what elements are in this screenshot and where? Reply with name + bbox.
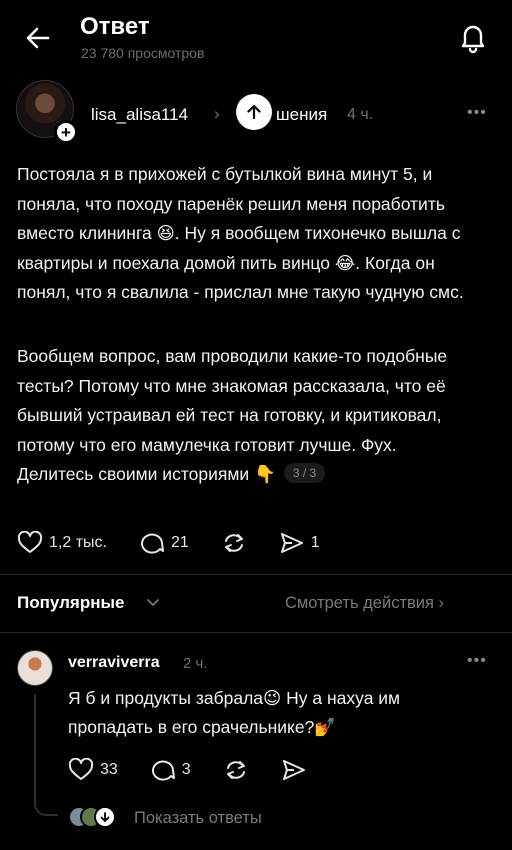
comment-actions: 33 3 bbox=[68, 754, 339, 786]
divider bbox=[0, 574, 512, 575]
heart-icon bbox=[68, 758, 94, 780]
comment-time: 2 ч. bbox=[183, 655, 208, 672]
notifications-button[interactable] bbox=[456, 20, 490, 54]
chevron-down-icon[interactable] bbox=[144, 590, 162, 614]
share-icon bbox=[282, 760, 305, 780]
comment-button[interactable]: 21 bbox=[139, 531, 189, 555]
comment-like-button[interactable]: 33 bbox=[68, 758, 118, 782]
heart-icon bbox=[17, 531, 43, 553]
comment-share-button[interactable] bbox=[281, 758, 307, 782]
arrow-left-icon bbox=[26, 27, 50, 49]
share-button[interactable]: 1 bbox=[279, 531, 320, 555]
repost-icon bbox=[226, 761, 245, 779]
top-bar: Ответ 23 780 просмотров bbox=[0, 0, 512, 74]
repost-button[interactable] bbox=[221, 531, 247, 555]
post-text-paragraph-1: Постояла я в прихожей с бутылкой вина ми… bbox=[17, 164, 464, 302]
comment-icon bbox=[151, 760, 175, 781]
repost-icon bbox=[224, 534, 243, 552]
topic-label[interactable]: шения bbox=[276, 105, 327, 125]
page-indicator: 3 / 3 bbox=[283, 463, 326, 483]
view-count: 23 780 просмотров bbox=[81, 45, 205, 61]
post-actions: 1,2 тыс. 21 1 bbox=[17, 527, 352, 559]
comment-more-icon[interactable]: ••• bbox=[467, 652, 487, 670]
comment-text: Я б и продукты забрала😉 Ну а нахуа им пр… bbox=[68, 688, 401, 737]
reply-expand-icon bbox=[94, 806, 116, 828]
share-icon bbox=[280, 533, 303, 553]
post-text-paragraph-2: Вообщем вопрос, вам проводили какие-то п… bbox=[17, 342, 477, 490]
thread-line bbox=[34, 694, 58, 816]
view-activity-label: Смотреть действия bbox=[285, 594, 434, 612]
more-options-icon[interactable]: ••• bbox=[467, 104, 487, 122]
post-time: 4 ч. bbox=[347, 106, 374, 123]
comment-like-count: 33 bbox=[100, 761, 118, 778]
like-button[interactable]: 1,2 тыс. bbox=[17, 531, 107, 555]
comment-reply-count: 3 bbox=[181, 761, 191, 778]
show-replies-link[interactable]: Показать ответы bbox=[134, 809, 262, 828]
comment-reply-button[interactable]: 3 bbox=[150, 758, 191, 782]
arrow-up-icon bbox=[247, 104, 261, 120]
post-text-paragraph-2-text: Вообщем вопрос, вам проводили какие-то п… bbox=[17, 346, 448, 484]
share-count: 1 bbox=[310, 534, 320, 551]
page-title: Ответ bbox=[80, 13, 150, 40]
like-count: 1,2 тыс. bbox=[49, 534, 107, 551]
view-activity-link[interactable]: Смотреть действия › bbox=[285, 594, 444, 613]
author-username[interactable]: lisa_alisa114 bbox=[91, 105, 188, 125]
reply-avatars[interactable] bbox=[68, 806, 122, 830]
scroll-up-button[interactable] bbox=[236, 94, 272, 130]
follow-plus-button[interactable]: + bbox=[54, 120, 78, 144]
divider bbox=[0, 632, 512, 633]
chevron-right-icon: › bbox=[214, 104, 220, 123]
sort-dropdown[interactable]: Популярные bbox=[17, 593, 124, 613]
comment-username[interactable]: verraviverra bbox=[68, 654, 160, 672]
comment-avatar[interactable] bbox=[17, 650, 53, 686]
comment-count: 21 bbox=[170, 534, 189, 551]
comment-icon bbox=[141, 533, 164, 554]
comment-repost-button[interactable] bbox=[223, 758, 249, 782]
bell-icon bbox=[461, 25, 485, 54]
back-button[interactable] bbox=[22, 22, 54, 54]
